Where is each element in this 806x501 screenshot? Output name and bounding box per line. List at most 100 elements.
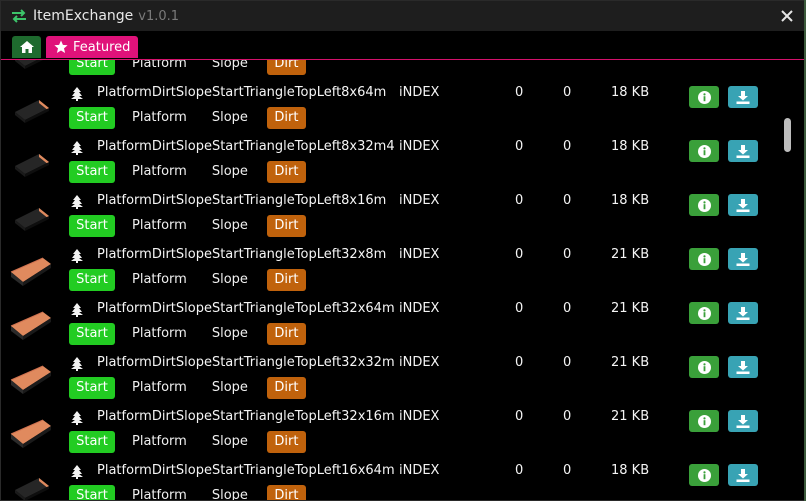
window-version: v1.0.1 <box>138 8 180 24</box>
download-button[interactable] <box>728 194 758 216</box>
swap-arrows-icon <box>10 9 28 23</box>
item-count-a: 0 <box>515 463 524 478</box>
tag-slope[interactable]: Slope <box>212 323 248 345</box>
info-button[interactable] <box>689 410 719 432</box>
item-author: iNDEX <box>399 409 440 424</box>
download-button[interactable] <box>728 410 758 432</box>
item-author: iNDEX <box>399 301 440 316</box>
tag-dirt[interactable]: Dirt <box>266 107 306 129</box>
item-name[interactable]: PlatformDirtSlopeStartTriangleTopLeft32x… <box>97 355 395 370</box>
tag-start[interactable]: Start <box>69 107 115 129</box>
tag-platform[interactable]: Platform <box>132 377 187 399</box>
tag-start[interactable]: Start <box>69 215 115 237</box>
tag-start[interactable]: Start <box>69 161 115 183</box>
item-name[interactable]: PlatformDirtSlopeStartTriangleTopLeft8x6… <box>97 85 386 100</box>
item-size: 18 KB <box>611 85 650 100</box>
info-button[interactable] <box>689 302 719 324</box>
download-button[interactable] <box>728 302 758 324</box>
info-button[interactable] <box>689 86 719 108</box>
download-button[interactable] <box>728 356 758 378</box>
tag-slope[interactable]: Slope <box>212 107 248 129</box>
tag-dirt[interactable]: Dirt <box>266 431 306 453</box>
download-icon <box>736 90 750 104</box>
tag-platform[interactable]: Platform <box>132 485 187 500</box>
tree-icon <box>71 248 83 263</box>
tag-dirt[interactable]: Dirt <box>266 60 306 75</box>
tag-dirt[interactable]: Dirt <box>266 161 306 183</box>
tag-slope[interactable]: Slope <box>212 431 248 453</box>
item-thumbnail <box>9 88 53 126</box>
tab-home[interactable] <box>12 36 41 58</box>
tag-start[interactable]: Start <box>69 60 115 75</box>
item-name[interactable]: PlatformDirtSlopeStartTriangleTopLeft16x… <box>97 463 395 478</box>
item-tags: Start Platform Slope Dirt <box>69 485 306 500</box>
tag-platform[interactable]: Platform <box>132 269 187 291</box>
download-button[interactable] <box>728 86 758 108</box>
tag-dirt[interactable]: Dirt <box>266 269 306 291</box>
item-count-a: 0 <box>515 85 524 100</box>
tag-start[interactable]: Start <box>69 431 115 453</box>
info-button[interactable] <box>689 248 719 270</box>
item-name[interactable]: PlatformDirtSlopeStartTriangleTopLeft32x… <box>97 247 386 262</box>
list-item: PlatformDirtSlopeStartTriangleTopLeft8x1… <box>1 186 781 240</box>
tag-slope[interactable]: Slope <box>212 269 248 291</box>
close-icon <box>781 10 793 22</box>
tag-slope[interactable]: Slope <box>212 485 248 500</box>
tag-dirt[interactable]: Dirt <box>266 215 306 237</box>
tag-platform[interactable]: Platform <box>132 161 187 183</box>
info-icon <box>697 252 711 266</box>
window-title: ItemExchange <box>33 8 134 24</box>
info-button[interactable] <box>689 194 719 216</box>
info-button[interactable] <box>689 356 719 378</box>
tag-slope[interactable]: Slope <box>212 215 248 237</box>
item-size: 18 KB <box>611 139 650 154</box>
scrollbar[interactable] <box>781 60 805 500</box>
tree-icon <box>71 194 83 209</box>
item-thumbnail <box>9 142 53 180</box>
item-count-a: 0 <box>515 139 524 154</box>
download-button[interactable] <box>728 464 758 486</box>
info-icon <box>697 306 711 320</box>
info-button[interactable] <box>689 140 719 162</box>
item-count-b: 0 <box>563 139 572 154</box>
tag-start[interactable]: Start <box>69 485 115 500</box>
item-size: 21 KB <box>611 355 650 370</box>
item-exchange-window: ItemExchange v1.0.1 Featured Start Platfo… <box>0 0 806 501</box>
tag-start[interactable]: Start <box>69 377 115 399</box>
scroll-thumb[interactable] <box>784 118 791 152</box>
download-button[interactable] <box>728 248 758 270</box>
tag-slope[interactable]: Slope <box>212 161 248 183</box>
info-icon <box>697 144 711 158</box>
tag-platform[interactable]: Platform <box>132 215 187 237</box>
star-icon <box>54 40 68 53</box>
tag-dirt[interactable]: Dirt <box>266 485 306 500</box>
list-item: PlatformDirtSlopeStartTriangleTopLeft32x… <box>1 240 781 294</box>
item-count-b: 0 <box>563 247 572 262</box>
item-size: 18 KB <box>611 463 650 478</box>
info-button[interactable] <box>689 464 719 486</box>
item-name[interactable]: PlatformDirtSlopeStartTriangleTopLeft8x3… <box>97 139 395 154</box>
tree-icon <box>71 464 83 479</box>
tag-platform[interactable]: Platform <box>132 431 187 453</box>
item-name[interactable]: PlatformDirtSlopeStartTriangleTopLeft8x1… <box>97 193 386 208</box>
tree-icon <box>71 302 83 317</box>
tag-slope[interactable]: Slope <box>212 377 248 399</box>
tag-platform[interactable]: Platform <box>132 323 187 345</box>
tag-platform[interactable]: Platform <box>132 60 187 75</box>
tab-featured[interactable]: Featured <box>46 36 139 58</box>
tab-bar: Featured <box>1 31 805 60</box>
tag-slope[interactable]: Slope <box>212 60 248 75</box>
close-button[interactable] <box>778 7 796 25</box>
item-tags: Start Platform Slope Dirt <box>69 431 306 453</box>
tag-dirt[interactable]: Dirt <box>266 377 306 399</box>
item-author: iNDEX <box>399 85 440 100</box>
item-name[interactable]: PlatformDirtSlopeStartTriangleTopLeft32x… <box>97 301 395 316</box>
tag-dirt[interactable]: Dirt <box>266 323 306 345</box>
tag-platform[interactable]: Platform <box>132 107 187 129</box>
download-button[interactable] <box>728 140 758 162</box>
tag-start[interactable]: Start <box>69 269 115 291</box>
item-count-a: 0 <box>515 193 524 208</box>
item-name[interactable]: PlatformDirtSlopeStartTriangleTopLeft32x… <box>97 409 395 424</box>
tag-start[interactable]: Start <box>69 323 115 345</box>
list-item: Start Platform Slope Dirt <box>1 60 781 78</box>
